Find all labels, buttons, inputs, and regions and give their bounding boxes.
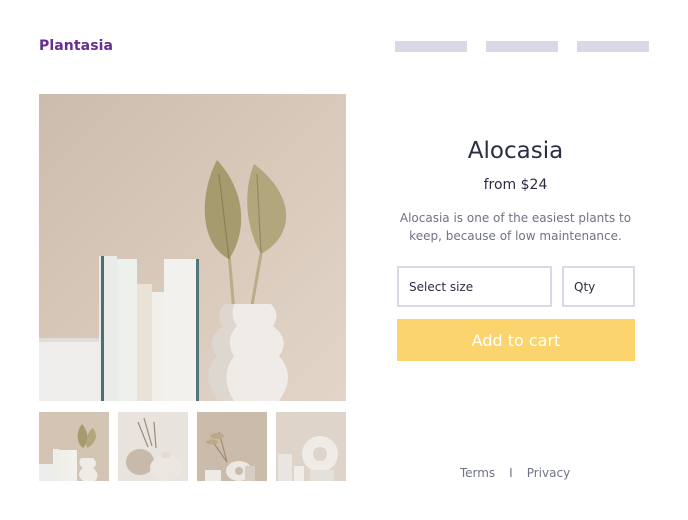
privacy-link[interactable]: Privacy xyxy=(527,466,570,480)
thumbnail-4[interactable] xyxy=(276,412,346,481)
thumbnail-3[interactable] xyxy=(197,412,267,481)
add-to-cart-button[interactable]: Add to cart xyxy=(397,319,635,361)
product-main-image xyxy=(39,94,346,401)
nav-item-placeholder-1[interactable] xyxy=(395,41,467,52)
product-price: from $24 xyxy=(483,177,548,193)
footer-separator: I xyxy=(509,466,513,480)
terms-link[interactable]: Terms xyxy=(460,466,495,480)
size-select[interactable]: Select size xyxy=(397,266,552,307)
footer-links: Terms I Privacy xyxy=(440,466,590,480)
nav-item-placeholder-2[interactable] xyxy=(486,41,558,52)
quantity-select[interactable]: Qty xyxy=(562,266,635,307)
thumbnail-2[interactable] xyxy=(118,412,188,481)
product-title: Alocasia xyxy=(467,138,564,164)
size-select-label: Select size xyxy=(409,279,474,294)
site-logo[interactable]: Plantasia xyxy=(39,38,113,54)
thumbnail-1[interactable] xyxy=(39,412,109,481)
product-description: Alocasia is one of the easiest plants to… xyxy=(399,211,632,243)
quantity-select-label: Qty xyxy=(574,279,596,294)
nav-item-placeholder-3[interactable] xyxy=(577,41,649,52)
